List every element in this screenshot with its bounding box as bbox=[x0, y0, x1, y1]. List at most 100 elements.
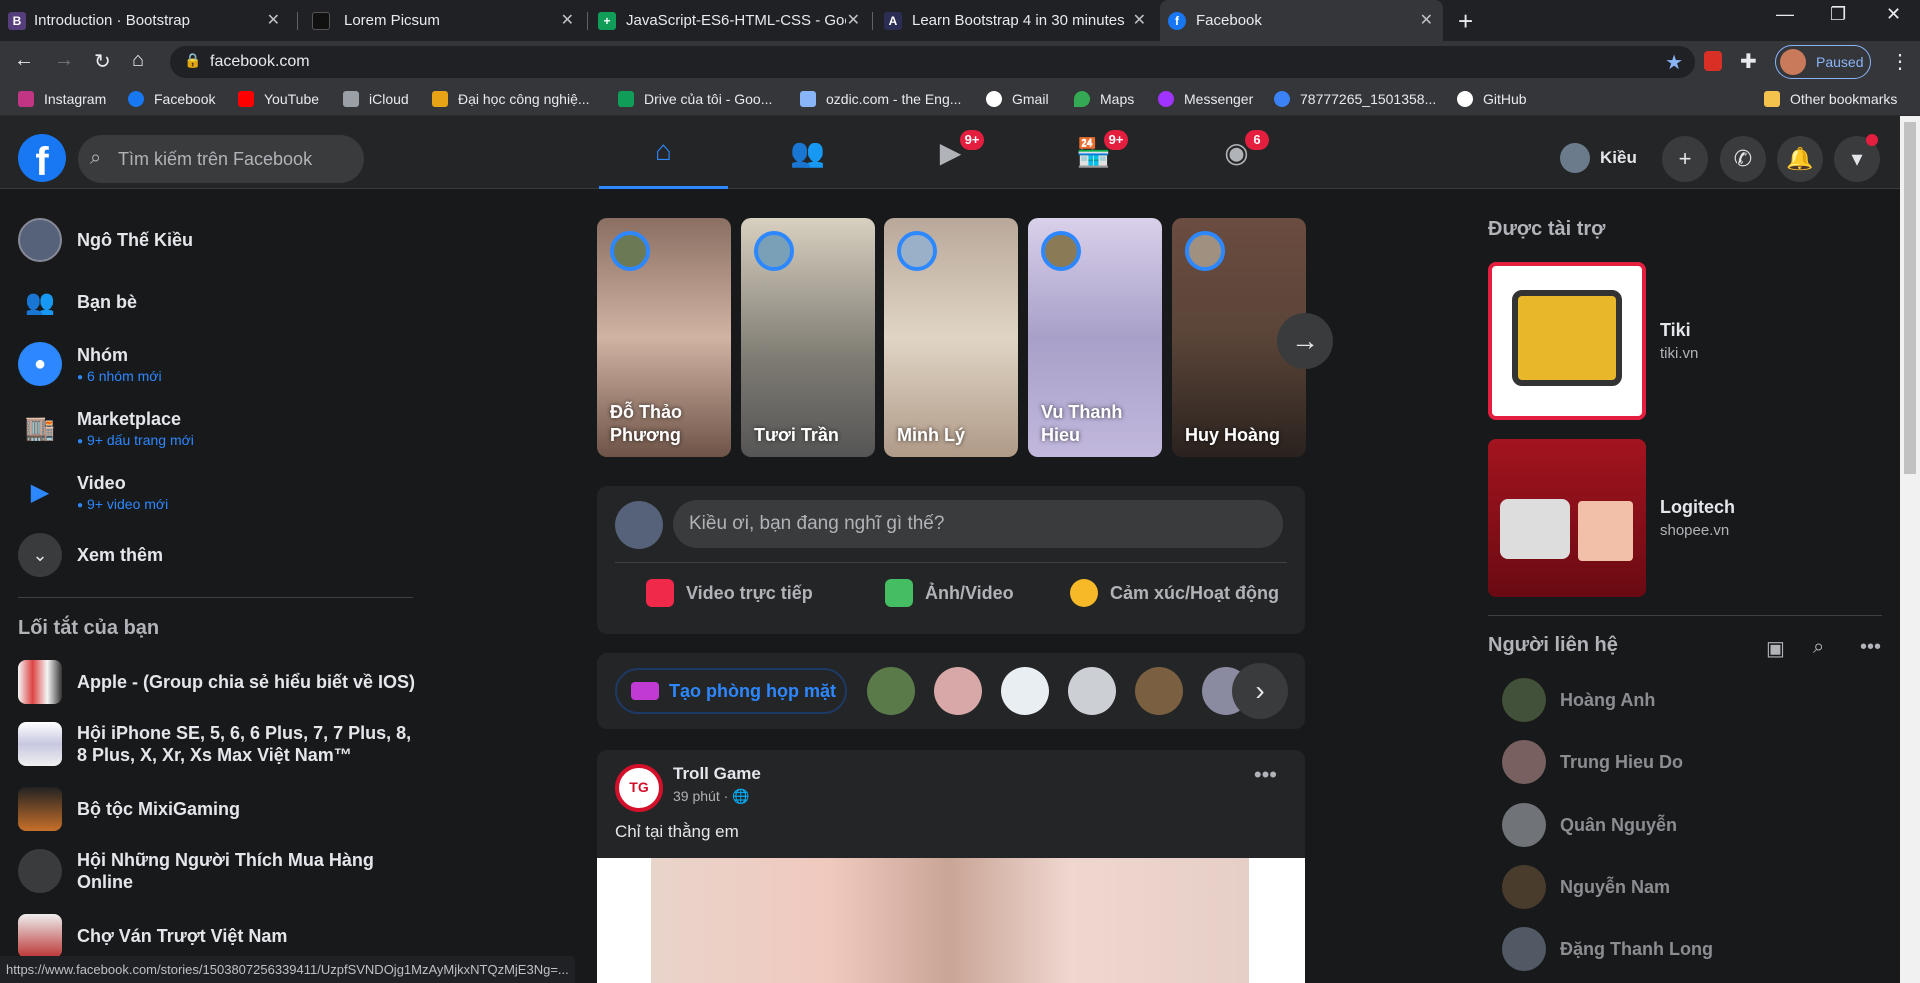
bookmark-instagram[interactable]: Instagram bbox=[18, 91, 106, 107]
forward-icon[interactable]: → bbox=[54, 49, 74, 72]
story-card[interactable]: Đỗ Thảo Phương bbox=[597, 218, 731, 457]
other-bookmarks[interactable]: Other bookmarks bbox=[1764, 91, 1897, 107]
bookmark-gmail[interactable]: Gmail bbox=[986, 91, 1049, 107]
minimize-icon[interactable]: — bbox=[1776, 4, 1794, 25]
contact-item[interactable]: Nguyễn Nam bbox=[1488, 865, 1670, 909]
story-card[interactable]: Vu Thanh Hieu bbox=[1028, 218, 1162, 457]
address-bar[interactable]: 🔒 facebook.com ★ bbox=[170, 46, 1695, 78]
contact-item[interactable]: Hoàng Anh bbox=[1488, 678, 1655, 722]
post-time[interactable]: 39 phút · 🌐 bbox=[673, 788, 750, 805]
close-tab-icon[interactable]: ✕ bbox=[267, 10, 280, 30]
sidebar-item-video[interactable]: ▶ Video 9+ video mới bbox=[18, 470, 168, 514]
shortcut-item[interactable]: Hội iPhone SE, 5, 6, 6 Plus, 7, 7 Plus, … bbox=[18, 722, 418, 766]
avatar bbox=[754, 231, 794, 271]
close-tab-icon[interactable]: ✕ bbox=[847, 10, 860, 30]
search-box[interactable]: ⌕ bbox=[78, 135, 364, 183]
shortcut-item[interactable]: Apple - (Group chia sẻ hiểu biết về IOS) bbox=[18, 660, 418, 704]
search-icon[interactable]: ⌕ bbox=[1813, 636, 1824, 659]
reload-icon[interactable]: ↻ bbox=[94, 49, 111, 74]
bookmark-github[interactable]: GitHub bbox=[1457, 91, 1527, 107]
new-room-icon[interactable]: ▣ bbox=[1766, 636, 1785, 661]
sidebar-item-groups[interactable]: ● Nhóm 6 nhóm mới bbox=[18, 342, 162, 386]
room-avatar[interactable] bbox=[934, 667, 982, 715]
messenger-button[interactable]: ✆ bbox=[1720, 136, 1766, 182]
browser-tab-active[interactable]: f Facebook ✕ bbox=[1160, 0, 1443, 41]
instagram-icon bbox=[18, 91, 34, 107]
shortcut-item[interactable]: Bộ tộc MixiGaming bbox=[18, 787, 418, 831]
room-avatar[interactable] bbox=[867, 667, 915, 715]
shortcut-item[interactable]: Hội Những Người Thích Mua Hàng Online bbox=[18, 849, 418, 893]
bookmark-star-icon[interactable]: ★ bbox=[1665, 50, 1683, 75]
post-image[interactable] bbox=[597, 858, 1305, 983]
live-video-button[interactable]: Video trực tiếp bbox=[646, 579, 813, 607]
contact-item[interactable]: Đặng Thanh Long bbox=[1488, 927, 1713, 971]
menu-icon[interactable]: ⋮ bbox=[1890, 49, 1910, 74]
rooms-next-button[interactable]: › bbox=[1232, 663, 1288, 719]
tab-groups[interactable]: ◉ bbox=[1172, 116, 1301, 189]
stories-next-button[interactable]: → bbox=[1277, 313, 1333, 369]
story-card[interactable]: Minh Lý bbox=[884, 218, 1018, 457]
bookmark-drive[interactable]: Drive của tôi - Goo... bbox=[618, 91, 772, 107]
sidebar-item-marketplace[interactable]: 🏬 Marketplace 9+ dấu trang mới bbox=[18, 406, 194, 450]
contact-item[interactable]: Quân Nguyễn bbox=[1488, 803, 1677, 847]
tab-marketplace[interactable]: 🏪 bbox=[1029, 116, 1158, 189]
lock-icon[interactable]: 🔒 bbox=[184, 52, 201, 69]
close-tab-icon[interactable]: ✕ bbox=[561, 10, 574, 30]
bookmark-label: Messenger bbox=[1184, 91, 1254, 107]
bookmark-maps[interactable]: Maps bbox=[1074, 91, 1134, 107]
room-avatar[interactable] bbox=[1068, 667, 1116, 715]
room-avatar[interactable] bbox=[1001, 667, 1049, 715]
extension-icon[interactable] bbox=[1704, 51, 1722, 71]
ad-item[interactable]: Tiki tiki.vn bbox=[1488, 262, 1698, 420]
profile-button[interactable]: Paused bbox=[1775, 45, 1871, 79]
home-icon[interactable]: ⌂ bbox=[132, 49, 144, 72]
bookmark-youtube[interactable]: YouTube bbox=[238, 91, 319, 107]
sidebar-item-label: Video bbox=[77, 472, 126, 493]
feeling-activity-button[interactable]: Cảm xúc/Hoạt động bbox=[1070, 579, 1279, 607]
composer-input[interactable]: Kiều ơi, bạn đang nghĩ gì thế? bbox=[673, 500, 1283, 548]
tab-watch[interactable]: ▶ bbox=[886, 116, 1015, 189]
puzzle-icon[interactable]: ✚ bbox=[1740, 49, 1757, 74]
contact-item[interactable]: Trung Hieu Do bbox=[1488, 740, 1683, 784]
see-more-button[interactable]: ⌄ Xem thêm bbox=[18, 533, 163, 577]
sidebar-item-friends[interactable]: 👥 Bạn bè bbox=[18, 280, 137, 324]
browser-tab[interactable]: Lorem Picsum ✕ bbox=[304, 0, 584, 41]
photo-video-button[interactable]: Ảnh/Video bbox=[885, 579, 1014, 607]
story-card[interactable]: Tươi Trần bbox=[741, 218, 875, 457]
shortcut-item[interactable]: Chợ Ván Trượt Việt Nam bbox=[18, 914, 418, 958]
tab-home[interactable]: ⌂ bbox=[599, 116, 728, 189]
browser-tab[interactable]: A Learn Bootstrap 4 in 30 minutes ✕ bbox=[876, 0, 1156, 41]
browser-tab[interactable]: B Introduction · Bootstrap ✕ bbox=[0, 0, 290, 41]
post-author[interactable]: Troll Game bbox=[673, 764, 761, 784]
window-close-icon[interactable]: ✕ bbox=[1886, 4, 1901, 25]
create-button[interactable]: + bbox=[1662, 136, 1708, 182]
close-tab-icon[interactable]: ✕ bbox=[1133, 10, 1146, 30]
scroll-thumb[interactable] bbox=[1904, 122, 1916, 474]
bookmark-facebook[interactable]: Facebook bbox=[128, 91, 215, 107]
page-scrollbar[interactable] bbox=[1900, 116, 1920, 983]
bookmark-ozdic[interactable]: ozdic.com - the Eng... bbox=[800, 91, 961, 107]
browser-tab[interactable]: + JavaScript-ES6-HTML-CSS - Goo ✕ bbox=[590, 0, 870, 41]
sidebar-item-profile[interactable]: Ngô Thế Kiều bbox=[18, 218, 193, 262]
notifications-button[interactable]: 🔔 bbox=[1777, 136, 1823, 182]
ad-item[interactable]: Logitech shopee.vn bbox=[1488, 439, 1735, 597]
bookmark-messenger[interactable]: Messenger bbox=[1158, 91, 1253, 107]
bookmark-icloud[interactable]: iCloud bbox=[343, 91, 409, 107]
more-options-icon[interactable]: ••• bbox=[1860, 636, 1881, 659]
profile-shortcut[interactable]: Kiều bbox=[1560, 138, 1637, 178]
create-room-button[interactable]: Tạo phòng họp mặt bbox=[615, 668, 847, 714]
bookmark-university[interactable]: Đại học công nghiệ... bbox=[432, 91, 590, 107]
back-icon[interactable]: ← bbox=[14, 49, 34, 72]
maximize-icon[interactable]: ❐ bbox=[1830, 4, 1846, 25]
more-options-icon[interactable]: ••• bbox=[1254, 762, 1277, 788]
tab-friends[interactable]: 👥 bbox=[743, 116, 872, 189]
close-tab-icon[interactable]: ✕ bbox=[1420, 10, 1433, 30]
facebook-logo[interactable]: f bbox=[18, 134, 66, 184]
sidebar-item-sub: 9+ video mới bbox=[77, 496, 168, 512]
bookmark-image[interactable]: 78777265_1501358... bbox=[1274, 91, 1436, 107]
search-input[interactable] bbox=[118, 145, 358, 173]
new-tab-icon[interactable]: + bbox=[1458, 6, 1473, 37]
avatar[interactable]: TG bbox=[615, 764, 663, 812]
shortcut-label: Hội iPhone SE, 5, 6, 6 Plus, 7, 7 Plus, … bbox=[77, 723, 412, 765]
room-avatar[interactable] bbox=[1135, 667, 1183, 715]
